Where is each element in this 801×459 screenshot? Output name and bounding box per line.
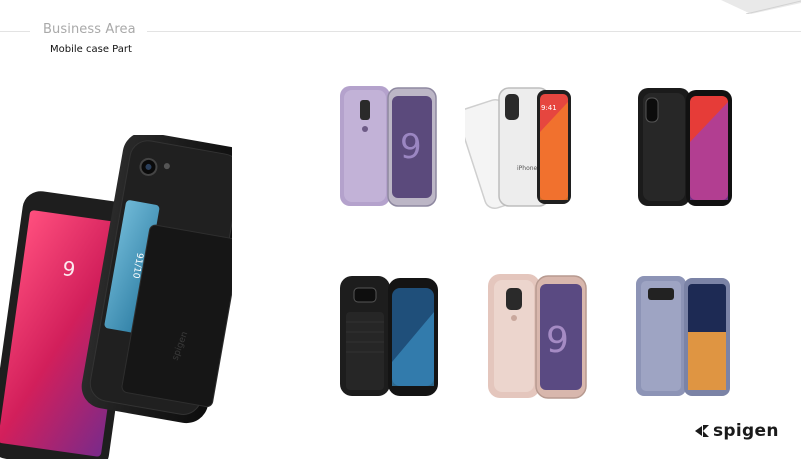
spigen-logo-text: spigen [713, 421, 779, 441]
corner-decoration [721, 0, 801, 14]
slide: Business Area Mobile case Part 9 91/10 s… [0, 0, 801, 459]
product-black-bumper-case [638, 88, 732, 206]
svg-text:9: 9 [400, 127, 422, 167]
product-black-rugged-case [340, 276, 438, 396]
section-title: Business Area [43, 22, 136, 37]
svg-text:iPhone: iPhone [517, 165, 538, 172]
product-note-case [636, 276, 730, 396]
section-subtitle: Mobile case Part [50, 44, 132, 55]
spigen-mark-icon [695, 425, 709, 437]
header-rule-left [0, 31, 30, 32]
svg-text:9:41: 9:41 [541, 104, 557, 112]
product-lavender-clear-case: 9 [340, 86, 437, 207]
hero-phone-image: 9 91/10 spigen [0, 135, 232, 459]
product-pink-case: 9 [488, 274, 587, 399]
spigen-logo: spigen [694, 421, 779, 441]
header-rule-right [147, 31, 801, 32]
product-clear-case-iphone-x: iPhone 9:41 [465, 87, 571, 210]
svg-text:9: 9 [546, 320, 569, 361]
